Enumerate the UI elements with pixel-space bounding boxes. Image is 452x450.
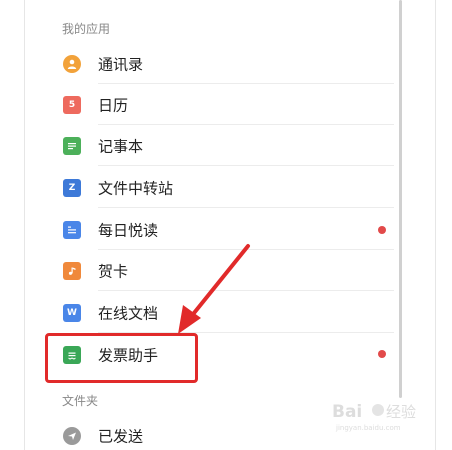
- svg-text:jingyan.baidu.com: jingyan.baidu.com: [335, 424, 401, 432]
- baidu-watermark-logo: Bai 经验 jingyan.baidu.com: [332, 402, 416, 432]
- app-list-panel: 我的应用 通讯录 5 日历 记事本 Z 文件中转站 每日悦读 贺卡 W 在线文档…: [0, 0, 452, 450]
- svg-text:Bai: Bai: [332, 402, 362, 422]
- annotation-arrow-icon: [178, 244, 250, 334]
- svg-text:经验: 经验: [386, 403, 416, 421]
